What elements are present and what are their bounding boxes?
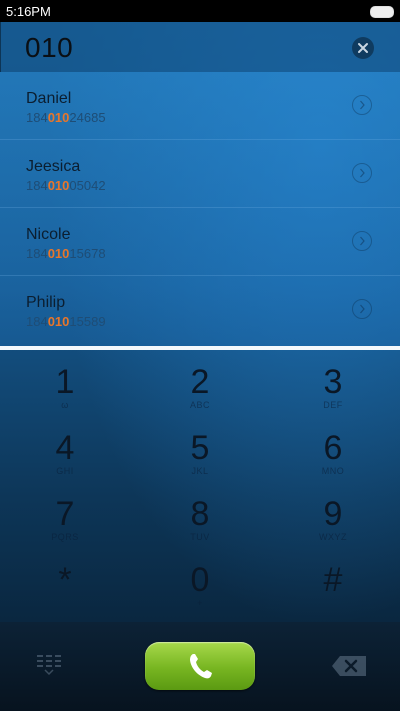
contact-number: 18401015589: [26, 314, 106, 329]
list-item[interactable]: Daniel 18401024685: [0, 72, 400, 140]
contact-name: Nicole: [26, 226, 71, 243]
key-digit: 6: [323, 429, 343, 467]
contact-name: Jeesica: [26, 158, 81, 175]
key-letters: GHI: [56, 466, 74, 476]
list-item[interactable]: Philip 18401015589: [0, 276, 400, 344]
key-9[interactable]: 9 WXYZ: [278, 482, 388, 550]
key-2[interactable]: 2 ABC: [145, 350, 255, 418]
key-3[interactable]: 3 DEF: [278, 350, 388, 418]
key-digit: 0: [190, 561, 210, 599]
key-letters: DEF: [323, 400, 343, 410]
dialed-number: 010: [25, 32, 74, 63]
number-input-bar[interactable]: 010: [0, 22, 400, 72]
list-item[interactable]: Jeesica 18401005042: [0, 140, 400, 208]
chevron-right-circle-icon[interactable]: [352, 95, 372, 115]
key-digit: 3: [323, 363, 343, 401]
battery-icon: [370, 6, 394, 18]
key-hash[interactable]: #: [278, 548, 388, 616]
key-letters: ω: [61, 400, 69, 410]
call-button[interactable]: [145, 642, 255, 690]
status-time: 5:16PM: [6, 3, 51, 19]
key-digit: *: [58, 561, 72, 599]
status-bar: 5:16PM: [0, 0, 400, 22]
close-circle-icon[interactable]: [352, 37, 374, 59]
key-star[interactable]: *: [10, 548, 120, 616]
key-digit: 2: [190, 363, 210, 401]
list-item[interactable]: Nicole 18401015678: [0, 208, 400, 276]
key-0[interactable]: 0 +: [145, 548, 255, 616]
backspace-icon[interactable]: [330, 654, 370, 678]
key-letters: TUV: [190, 532, 210, 542]
key-letters: +: [197, 598, 203, 608]
key-digit: 1: [55, 363, 75, 401]
key-6[interactable]: 6 MNO: [278, 416, 388, 484]
key-digit: 7: [55, 495, 75, 533]
key-1[interactable]: 1 ω: [10, 350, 120, 418]
key-digit: 4: [55, 429, 75, 467]
chevron-right-circle-icon[interactable]: [352, 231, 372, 251]
key-letters: JKL: [191, 466, 209, 476]
key-letters: PQRS: [51, 532, 79, 542]
contact-number: 18401005042: [26, 178, 106, 193]
dialer-screen: 5:16PM 010 Daniel 18401024685 Jeesica 18…: [0, 0, 400, 711]
key-4[interactable]: 4 GHI: [10, 416, 120, 484]
key-8[interactable]: 8 TUV: [145, 482, 255, 550]
contact-name: Daniel: [26, 90, 72, 107]
key-digit: #: [323, 561, 343, 599]
key-letters: WXYZ: [319, 532, 347, 542]
action-bar: [0, 622, 400, 711]
contact-number: 18401024685: [26, 110, 106, 125]
key-digit: 9: [323, 495, 343, 533]
key-7[interactable]: 7 PQRS: [10, 482, 120, 550]
contact-name: Philip: [26, 294, 66, 311]
key-digit: 8: [190, 495, 210, 533]
dialpad-icon[interactable]: [34, 652, 64, 678]
dial-keypad: 1 ω 2 ABC 3 DEF 4 GHI 5 JKL 6 MNO 7 PQRS…: [0, 350, 400, 622]
key-5[interactable]: 5 JKL: [145, 416, 255, 484]
contact-results-list: Daniel 18401024685 Jeesica 18401005042 N…: [0, 72, 400, 346]
chevron-right-circle-icon[interactable]: [352, 163, 372, 183]
key-digit: 5: [190, 429, 210, 467]
chevron-right-circle-icon[interactable]: [352, 299, 372, 319]
phone-icon: [190, 654, 212, 679]
contact-number: 18401015678: [26, 246, 106, 261]
key-letters: ABC: [189, 400, 210, 410]
key-letters: MNO: [321, 466, 345, 476]
